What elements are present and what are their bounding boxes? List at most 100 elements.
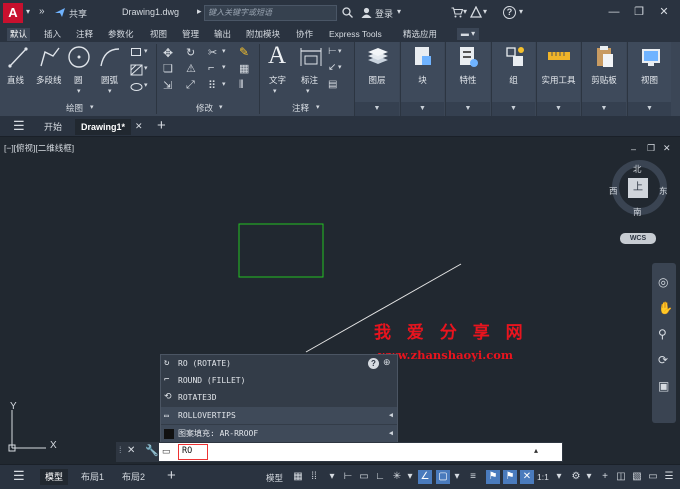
command-prompt-icon[interactable]: ▭ [162, 446, 171, 457]
grid-icon[interactable]: ▦ [291, 470, 305, 484]
autodesk-app-icon[interactable] [470, 6, 482, 18]
dropdown-arrow-icon[interactable]: ▾ [338, 63, 342, 71]
customize-status-bar-icon[interactable]: ☰ [662, 470, 676, 484]
fillet-tool-icon[interactable]: ⌐ [208, 62, 214, 74]
dropdown-arrow-icon[interactable]: ▾ [325, 470, 339, 484]
command-input-area[interactable]: ▭ RO ▴ [159, 443, 562, 461]
leader-icon[interactable]: ↙ [328, 62, 336, 73]
dropdown-arrow-icon[interactable]: ▾ [552, 470, 566, 484]
tab-annotate[interactable]: 注释 [73, 28, 96, 41]
lineweight-icon[interactable]: ≡ [466, 470, 480, 484]
share-button[interactable]: 共享 [69, 7, 87, 20]
explode-tool-icon[interactable]: ▦ [239, 62, 249, 75]
tab-start[interactable]: 开始 [38, 119, 68, 135]
dropdown-arrow-icon[interactable]: ▼ [537, 102, 580, 116]
drawn-rectangle[interactable] [238, 223, 324, 278]
compass-west[interactable]: 西 [609, 185, 618, 197]
tab-drawing1[interactable]: Drawing1* [75, 119, 132, 135]
dropdown-arrow-icon[interactable]: ▾ [338, 47, 342, 55]
tab-view[interactable]: 视图 [147, 28, 170, 41]
dropdown-arrow-icon[interactable]: ▾ [463, 7, 467, 16]
tab-layout2[interactable]: 布局2 [117, 469, 150, 485]
annotation-visibility-icon[interactable]: ⚑ [503, 470, 517, 484]
submenu-arrow-icon[interactable]: ◀ [389, 407, 393, 424]
ribbon-minimize-toggle[interactable]: ▬ ▾ [457, 28, 479, 40]
ortho-icon[interactable]: ∟ [373, 470, 387, 484]
dropdown-arrow-icon[interactable]: ▾ [316, 103, 320, 111]
search-icon[interactable] [342, 7, 353, 18]
dropdown-arrow-icon[interactable]: ▾ [222, 47, 226, 55]
dimension-tool-button[interactable]: 标注 [301, 74, 318, 86]
annotation-group-label[interactable]: 注释 [292, 102, 309, 114]
new-layout-icon[interactable]: + [167, 467, 176, 484]
arc-tool-button[interactable]: 圆弧 [101, 74, 118, 86]
tab-output[interactable]: 输出 [211, 28, 234, 41]
stretch-tool-icon[interactable]: ⇲ [163, 79, 172, 92]
block-panel-button[interactable]: 块 ▼ [400, 42, 444, 116]
layout-menu-icon[interactable]: ☰ [13, 468, 25, 484]
compass-east[interactable]: 东 [659, 185, 668, 197]
autocomplete-item-fillet[interactable]: ⌐ ROUND (FILLET) [161, 372, 397, 389]
dropdown-arrow-icon[interactable]: ▾ [397, 7, 401, 16]
linear-dim-icon[interactable]: ⊢ [328, 46, 337, 57]
search-expand-icon[interactable]: ▸ [197, 6, 202, 17]
hardware-acceleration-icon[interactable]: ▧ [630, 470, 644, 484]
array-tool-icon[interactable]: ⠿ [208, 79, 216, 92]
dropdown-arrow-icon[interactable]: ▾ [403, 470, 417, 484]
utilities-panel-button[interactable]: 实用工具 ▼ [536, 42, 580, 116]
line-tool-button[interactable]: 直线 [7, 74, 24, 86]
isodraft-icon[interactable]: ∠ [418, 470, 432, 484]
minimize-icon[interactable]: — [603, 2, 625, 22]
trim-tool-icon[interactable]: ✂ [208, 46, 217, 59]
compass-north[interactable]: 北 [633, 163, 642, 175]
login-button[interactable]: 登录 [375, 7, 393, 20]
object-snap-icon[interactable]: ▢ [436, 470, 450, 484]
dropdown-arrow-icon[interactable]: ▾ [90, 103, 94, 111]
tab-model[interactable]: 模型 [40, 469, 69, 485]
polar-tracking-icon[interactable]: ✳ [390, 470, 404, 484]
dropdown-arrow-icon[interactable]: ▾ [519, 7, 523, 16]
layers-panel-button[interactable]: 图层 ▼ [354, 42, 399, 116]
dropdown-arrow-icon[interactable]: ▾ [306, 87, 310, 95]
orbit-icon[interactable]: ⟳ [658, 353, 668, 367]
compass-south[interactable]: 南 [633, 206, 642, 218]
clipboard-panel-button[interactable]: 剪贴板 ▼ [581, 42, 626, 116]
clean-screen-icon[interactable]: ▭ [646, 470, 660, 484]
share-icon[interactable] [54, 7, 66, 18]
pan-icon[interactable]: ✋ [658, 301, 673, 315]
dropdown-arrow-icon[interactable]: ▾ [273, 87, 277, 95]
steering-wheel-icon[interactable]: ◎ [658, 275, 668, 289]
quick-access-expand-icon[interactable]: » [39, 6, 45, 17]
tab-addins[interactable]: 附加模块 [243, 28, 283, 41]
hatch-tool-icon[interactable] [130, 64, 143, 76]
dropdown-arrow-icon[interactable]: ▾ [582, 470, 596, 484]
cart-icon[interactable] [451, 7, 463, 18]
tab-home[interactable]: 默认 [7, 28, 31, 41]
dropdown-arrow-icon[interactable]: ▼ [355, 102, 399, 116]
viewport-minimize-icon[interactable]: – [631, 144, 636, 154]
drawing-canvas[interactable]: [−][俯视][二维线框] 北 南 东 西 上 WCS – ❐ ✕ ◎ ✋ ⚲ … [0, 138, 680, 464]
viewcube-face-top[interactable]: 上 [628, 178, 648, 198]
viewport-close-icon[interactable]: ✕ [663, 143, 671, 154]
autocomplete-item-hatch[interactable]: 图案填充: AR-RROOF ◀ [161, 425, 397, 442]
grip-icon[interactable]: ⁞ [119, 445, 122, 455]
dropdown-arrow-icon[interactable]: ▾ [144, 81, 148, 89]
properties-panel-button[interactable]: 特性 ▼ [445, 42, 490, 116]
dropdown-arrow-icon[interactable]: ▾ [144, 64, 148, 72]
close-command-line-icon[interactable]: ✕ [127, 445, 135, 456]
scale-tool-icon[interactable]: ⤢ [186, 79, 195, 92]
close-tab-icon[interactable]: ✕ [135, 121, 143, 132]
autocomplete-item-rotate3d[interactable]: ⟲ ROTATE3D [161, 389, 397, 406]
dropdown-arrow-icon[interactable]: ▾ [222, 63, 226, 71]
file-menu-icon[interactable]: ☰ [13, 118, 25, 134]
units-icon[interactable]: ◫ [614, 470, 628, 484]
annotation-monitor-icon[interactable]: + [598, 470, 612, 484]
restore-icon[interactable]: ❐ [628, 2, 650, 22]
customize-icon[interactable]: 🔧 [145, 444, 159, 457]
ellipse-tool-icon[interactable] [130, 81, 143, 93]
dropdown-arrow-icon[interactable]: ▼ [492, 102, 535, 116]
view-panel-button[interactable]: 视图 ▼ [627, 42, 671, 116]
tab-manage[interactable]: 管理 [179, 28, 202, 41]
new-tab-icon[interactable]: + [157, 117, 166, 134]
recent-commands-icon[interactable]: ▴ [534, 446, 538, 455]
